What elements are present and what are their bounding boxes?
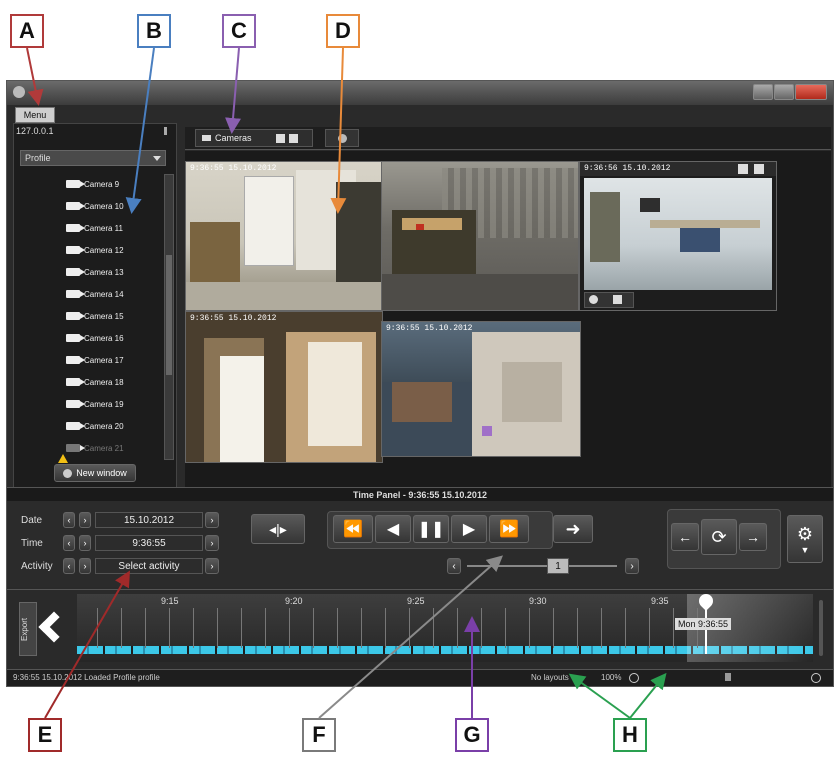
arrow-e — [44, 570, 130, 719]
arrow-d — [330, 47, 347, 214]
callout-arrows — [26, 47, 667, 719]
arrow-a — [26, 47, 44, 106]
arrow-c — [225, 47, 241, 134]
arrow-h1 — [568, 673, 631, 719]
arrow-b — [125, 47, 155, 214]
arrow-h2 — [629, 672, 667, 719]
